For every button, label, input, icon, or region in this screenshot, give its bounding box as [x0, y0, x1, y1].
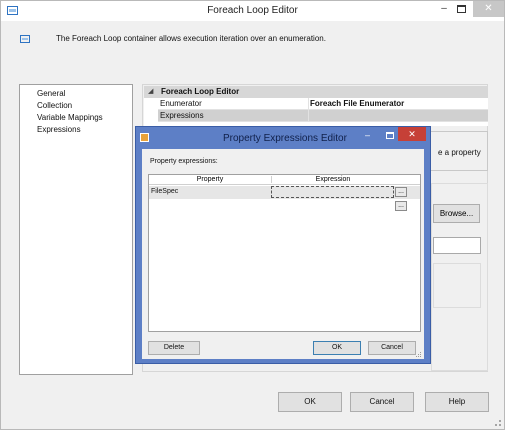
property-name: Enumerator	[160, 99, 202, 108]
minimize-button[interactable]: –	[437, 3, 451, 17]
property-description-text: e a property	[438, 148, 481, 157]
dialog-body: Property expressions: Property Expressio…	[142, 149, 424, 359]
table-row-new[interactable]: ...	[149, 199, 420, 212]
property-name: Expressions	[160, 111, 204, 120]
window-title: Foreach Loop Editor	[207, 5, 298, 16]
property-cell[interactable]: FileSpec	[151, 188, 178, 195]
grid-header: Property Expression	[149, 175, 420, 185]
sidebar-item-general[interactable]: General	[37, 88, 132, 100]
retrieve-name-group	[433, 263, 481, 308]
expression-builder-button[interactable]: ...	[395, 201, 407, 211]
expression-builder-button[interactable]: ...	[395, 187, 407, 197]
sidebar-item-variable-mappings[interactable]: Variable Mappings	[37, 112, 132, 124]
property-grid: ◢ Foreach Loop Editor Enumerator Foreach…	[144, 86, 488, 126]
expression-cell[interactable]	[271, 186, 394, 198]
property-category[interactable]: ◢ Foreach Loop Editor	[144, 86, 488, 98]
ok-button[interactable]: OK	[278, 392, 342, 412]
dialog-app-icon	[140, 133, 149, 142]
files-input[interactable]	[433, 237, 481, 254]
property-expressions-label: Property expressions:	[150, 158, 218, 165]
close-button[interactable]: ✕	[473, 1, 504, 17]
title-bar[interactable]: Foreach Loop Editor – ✕	[1, 1, 504, 21]
column-header-expression: Expression	[271, 176, 394, 183]
dialog-title: Property Expressions Editor	[223, 133, 347, 144]
column-divider	[308, 110, 309, 122]
column-divider	[308, 98, 309, 110]
cancel-button[interactable]: Cancel	[350, 392, 414, 412]
table-row[interactable]: FileSpec ...	[149, 186, 420, 199]
property-row-enumerator[interactable]: Enumerator Foreach File Enumerator	[158, 98, 488, 110]
property-expressions-editor-dialog: Property Expressions Editor – ✕ Property…	[135, 126, 431, 364]
sidebar-nav: General Collection Variable Mappings Exp…	[19, 84, 133, 375]
dialog-resize-grip-icon[interactable]	[416, 352, 422, 358]
sidebar-item-collection[interactable]: Collection	[37, 100, 132, 112]
dialog-close-button[interactable]: ✕	[398, 127, 426, 141]
resize-grip-icon[interactable]	[493, 418, 503, 428]
property-description-box: e a property	[428, 131, 488, 171]
maximize-button[interactable]	[457, 5, 466, 13]
header-description: The Foreach Loop container allows execut…	[56, 34, 326, 43]
dialog-title-bar[interactable]: Property Expressions Editor – ✕	[136, 127, 430, 149]
property-value: Foreach File Enumerator	[310, 99, 405, 108]
help-button[interactable]: Help	[425, 392, 489, 412]
collapse-arrow-icon[interactable]: ◢	[148, 87, 153, 95]
browse-button[interactable]: Browse...	[433, 204, 480, 223]
sidebar-item-expressions[interactable]: Expressions	[37, 124, 132, 136]
dialog-ok-button[interactable]: OK	[313, 341, 361, 355]
foreach-loop-icon	[20, 35, 30, 43]
dialog-minimize-button[interactable]: –	[365, 130, 370, 140]
property-expressions-grid: Property Expression FileSpec ... ...	[148, 174, 421, 332]
column-header-property: Property	[196, 176, 224, 183]
dialog-cancel-button[interactable]: Cancel	[368, 341, 416, 355]
delete-button[interactable]: Delete	[148, 341, 200, 355]
property-row-expressions[interactable]: Expressions	[158, 110, 488, 122]
property-category-label: Foreach Loop Editor	[161, 87, 240, 96]
dialog-maximize-button[interactable]	[386, 132, 394, 139]
